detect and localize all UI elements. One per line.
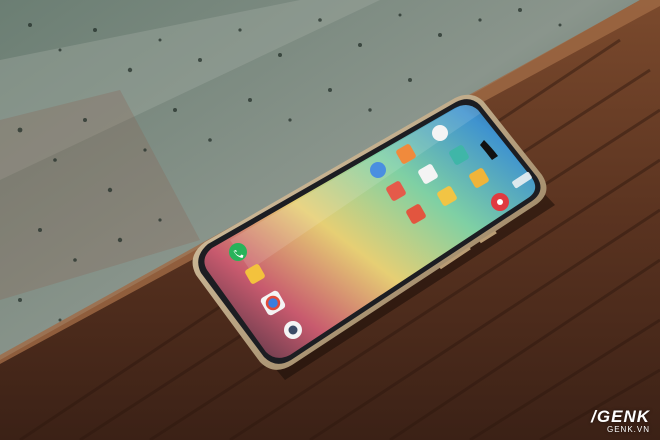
watermark-logo: /GENK [591, 407, 650, 426]
camera-lens [288, 325, 298, 335]
watermark: /GENK GENK.VN [591, 408, 650, 434]
recorder-dot [497, 199, 503, 205]
phone-call-icon[interactable] [229, 243, 247, 261]
browser-icon[interactable] [370, 162, 386, 178]
weather-icon[interactable] [432, 125, 448, 141]
watermark-site: GENK.VN [606, 425, 650, 434]
photo-scene [0, 0, 660, 440]
chrome-logo [265, 295, 281, 311]
